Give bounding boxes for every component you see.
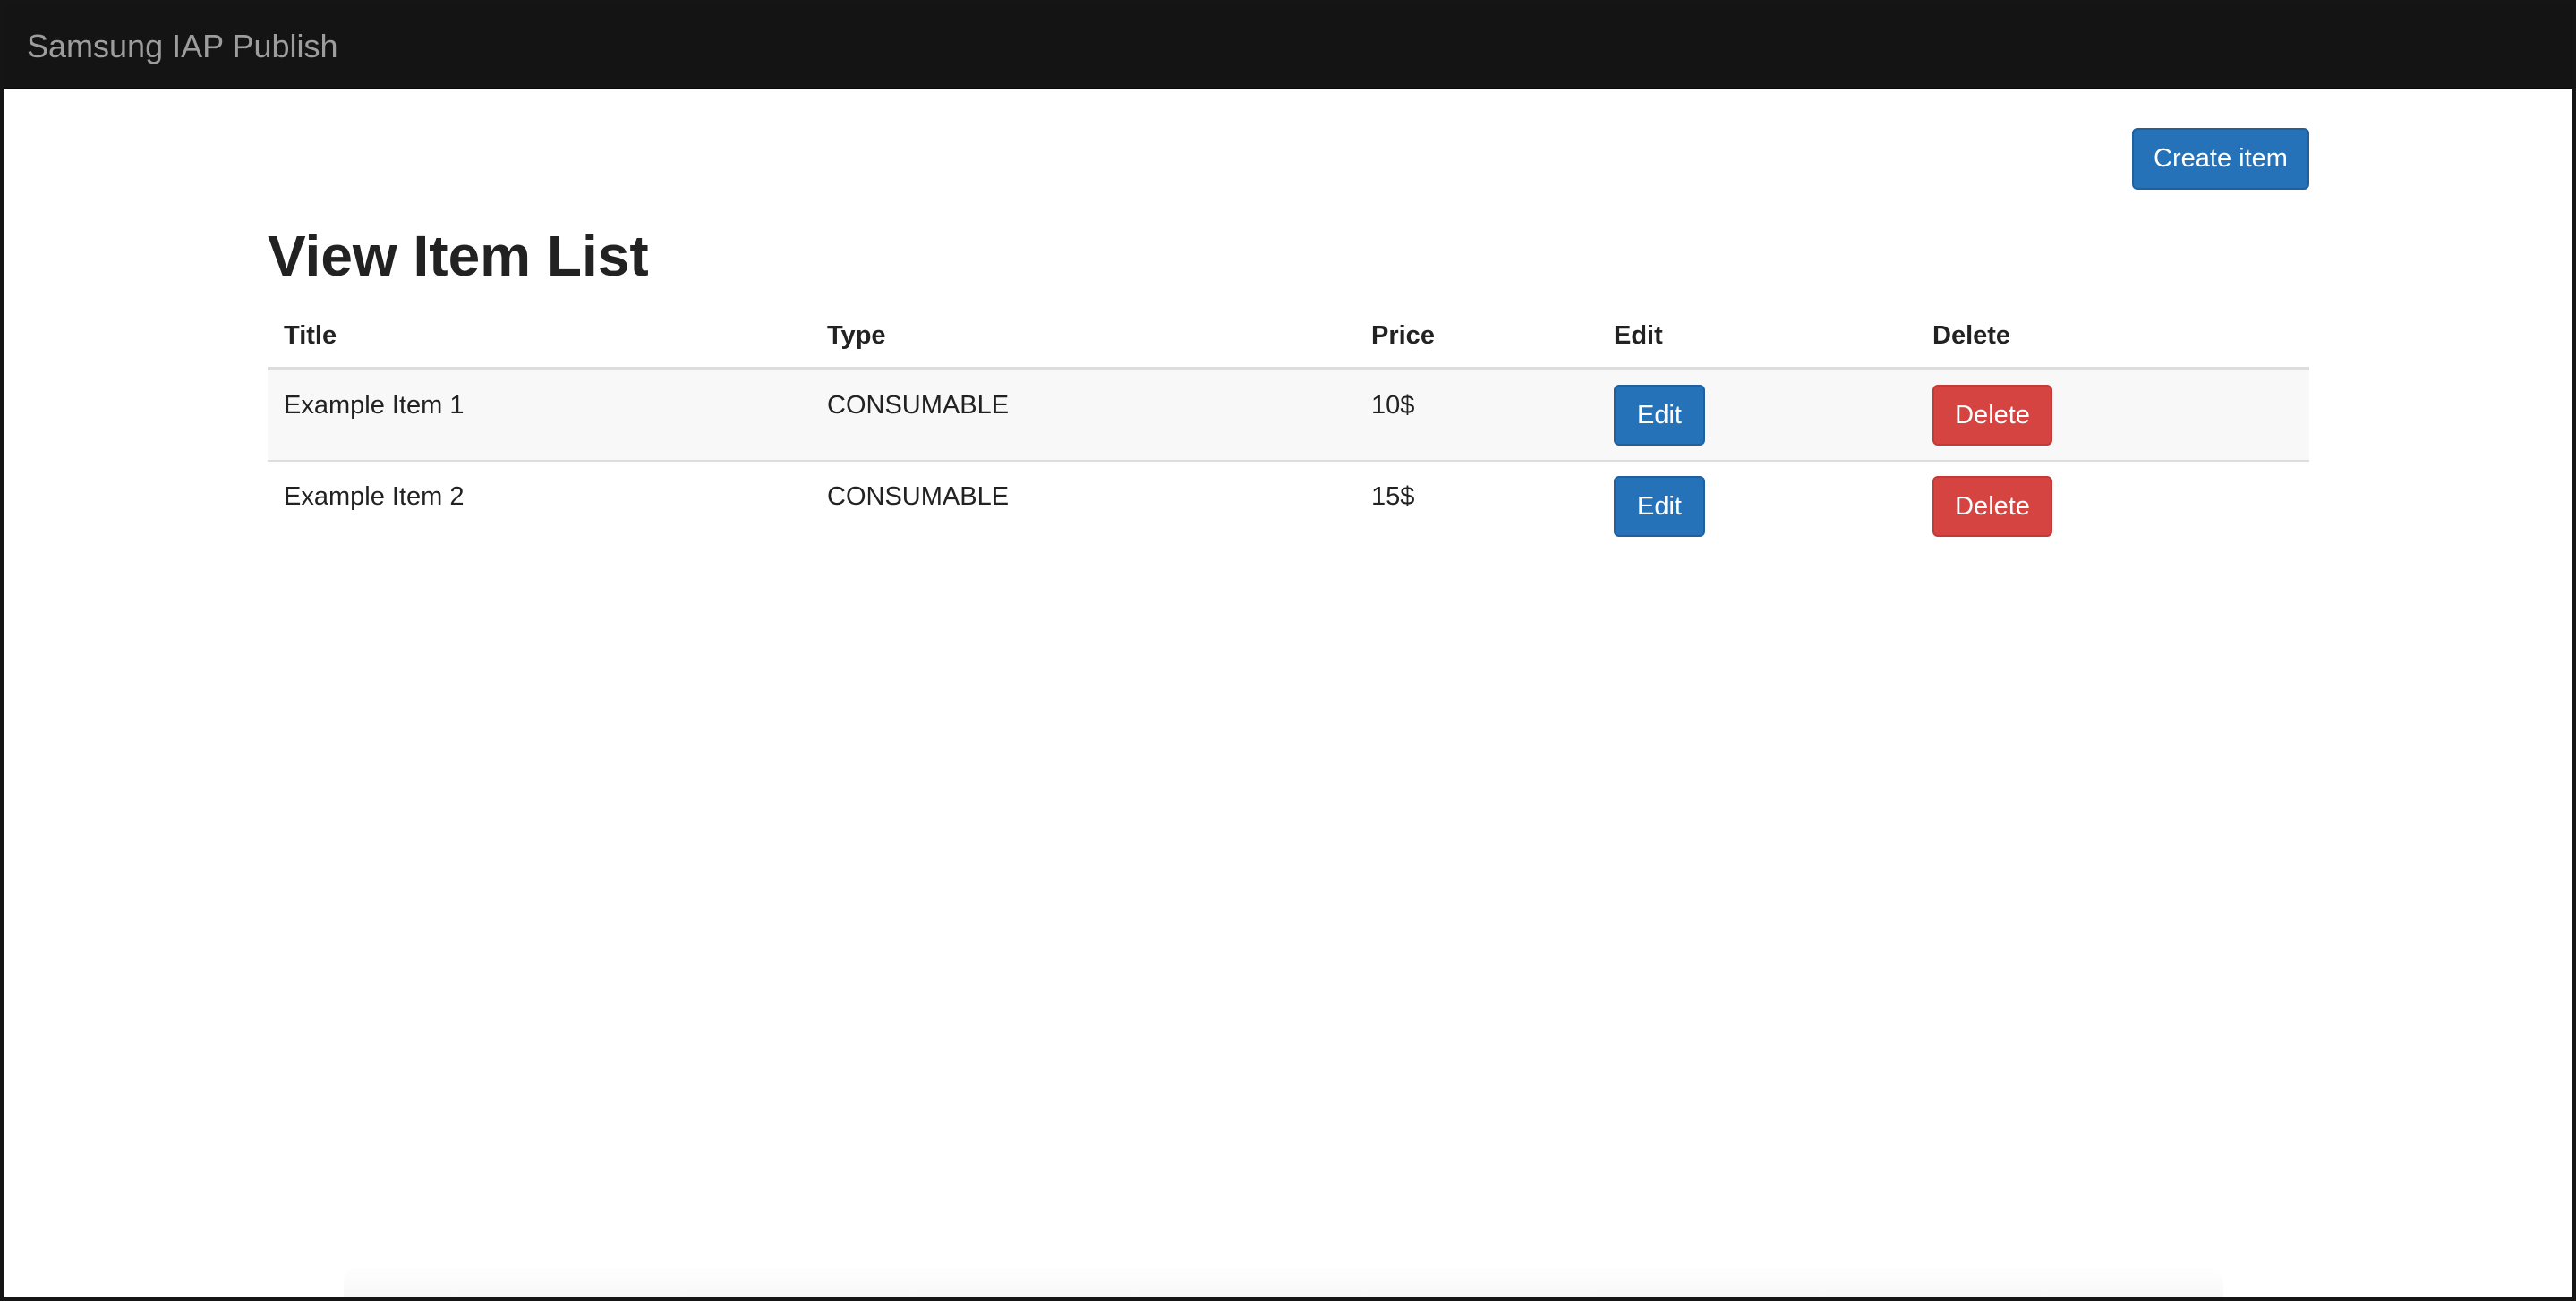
item-type-cell: CONSUMABLE [827, 482, 1010, 511]
item-title-cell: Example Item 2 [284, 482, 465, 511]
navbar-brand-link[interactable]: Samsung IAP Publish [27, 27, 338, 66]
app-window: Samsung IAP Publish Create item View Ite… [0, 0, 2576, 1301]
header-type: Type [827, 321, 886, 350]
item-title-cell: Example Item 1 [284, 391, 465, 420]
header-delete: Delete [1932, 321, 2011, 350]
page-title: View Item List [268, 224, 649, 288]
edit-item-button[interactable]: Edit [1614, 476, 1705, 537]
item-price-cell: 10$ [1371, 391, 1415, 420]
item-table: Title Type Price Edit Delete Example Ite… [268, 308, 2309, 553]
delete-item-button[interactable]: Delete [1932, 385, 2052, 446]
header-title: Title [284, 321, 337, 350]
delete-item-button[interactable]: Delete [1932, 476, 2052, 537]
header-edit: Edit [1614, 321, 1663, 350]
table-header-row: Title Type Price Edit Delete [268, 308, 2309, 370]
item-type-cell: CONSUMABLE [827, 391, 1010, 420]
item-price-cell: 15$ [1371, 482, 1415, 511]
bottom-shadow [344, 1265, 2223, 1297]
header-price: Price [1371, 321, 1435, 350]
top-navbar: Samsung IAP Publish [4, 4, 2572, 89]
table-row: Example Item 2 CONSUMABLE 15$ Edit Delet… [268, 462, 2309, 553]
table-row: Example Item 1 CONSUMABLE 10$ Edit Delet… [268, 370, 2309, 462]
create-item-button[interactable]: Create item [2132, 128, 2309, 190]
edit-item-button[interactable]: Edit [1614, 385, 1705, 446]
